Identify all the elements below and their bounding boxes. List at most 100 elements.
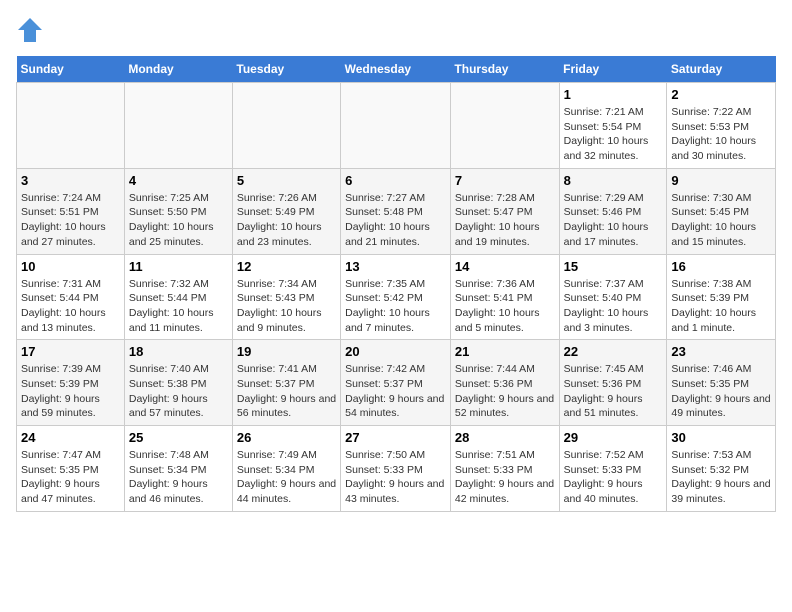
day-number: 27 — [345, 430, 446, 445]
weekday-header-row: SundayMondayTuesdayWednesdayThursdayFrid… — [17, 56, 776, 83]
day-info: Sunrise: 7:41 AM Sunset: 5:37 PM Dayligh… — [237, 362, 336, 421]
day-number: 7 — [455, 173, 555, 188]
day-number: 8 — [564, 173, 663, 188]
day-info: Sunrise: 7:44 AM Sunset: 5:36 PM Dayligh… — [455, 362, 555, 421]
day-number: 2 — [671, 87, 771, 102]
day-info: Sunrise: 7:46 AM Sunset: 5:35 PM Dayligh… — [671, 362, 771, 421]
day-number: 17 — [21, 344, 120, 359]
calendar-cell — [450, 83, 559, 169]
calendar-cell: 29Sunrise: 7:52 AM Sunset: 5:33 PM Dayli… — [559, 426, 667, 512]
day-number: 9 — [671, 173, 771, 188]
day-number: 26 — [237, 430, 336, 445]
weekday-header-wednesday: Wednesday — [341, 56, 451, 83]
day-number: 24 — [21, 430, 120, 445]
day-info: Sunrise: 7:47 AM Sunset: 5:35 PM Dayligh… — [21, 448, 120, 507]
calendar-cell: 25 Sunrise: 7:48 AM Sunset: 5:34 PM Dayli… — [124, 426, 232, 512]
calendar-cell: 14 Sunrise: 7:36 AM Sunset: 5:41 PM Dayli… — [450, 254, 559, 340]
day-number: 11 — [129, 259, 228, 274]
weekday-header-sunday: Sunday — [17, 56, 125, 83]
day-info: Sunrise: 7:36 AM Sunset: 5:41 PM Dayligh… — [455, 277, 555, 336]
day-number: 5 — [237, 173, 336, 188]
day-number: 28 — [455, 430, 555, 445]
day-number: 14 — [455, 259, 555, 274]
calendar-cell — [17, 83, 125, 169]
day-number: 6 — [345, 173, 446, 188]
day-number: 16 — [671, 259, 771, 274]
calendar-week-row: 10 Sunrise: 7:31 AM Sunset: 5:44 PM Dayli… — [17, 254, 776, 340]
weekday-header-tuesday: Tuesday — [232, 56, 340, 83]
calendar-cell: 24 Sunrise: 7:47 AM Sunset: 5:35 PM Dayli… — [17, 426, 125, 512]
calendar-cell: 22Sunrise: 7:45 AM Sunset: 5:36 PM Dayli… — [559, 340, 667, 426]
calendar-cell: 23 Sunrise: 7:46 AM Sunset: 5:35 PM Dayli… — [667, 340, 776, 426]
calendar-cell: 13Sunrise: 7:35 AM Sunset: 5:42 PM Dayli… — [341, 254, 451, 340]
calendar-week-row: 17 Sunrise: 7:39 AM Sunset: 5:39 PM Dayli… — [17, 340, 776, 426]
calendar-cell: 20 Sunrise: 7:42 AM Sunset: 5:37 PM Dayli… — [341, 340, 451, 426]
calendar-cell: 3Sunrise: 7:24 AM Sunset: 5:51 PM Daylig… — [17, 168, 125, 254]
weekday-header-monday: Monday — [124, 56, 232, 83]
day-number: 19 — [237, 344, 336, 359]
day-info: Sunrise: 7:22 AM Sunset: 5:53 PM Dayligh… — [671, 105, 771, 164]
day-number: 1 — [564, 87, 663, 102]
calendar-cell: 9 Sunrise: 7:30 AM Sunset: 5:45 PM Daylig… — [667, 168, 776, 254]
calendar-cell: 5 Sunrise: 7:26 AM Sunset: 5:49 PM Daylig… — [232, 168, 340, 254]
day-number: 20 — [345, 344, 446, 359]
weekday-header-thursday: Thursday — [450, 56, 559, 83]
logo — [16, 16, 48, 44]
calendar-cell: 21 Sunrise: 7:44 AM Sunset: 5:36 PM Dayli… — [450, 340, 559, 426]
day-number: 21 — [455, 344, 555, 359]
day-info: Sunrise: 7:26 AM Sunset: 5:49 PM Dayligh… — [237, 191, 336, 250]
day-info: Sunrise: 7:25 AM Sunset: 5:50 PM Dayligh… — [129, 191, 228, 250]
day-info: Sunrise: 7:38 AM Sunset: 5:39 PM Dayligh… — [671, 277, 771, 336]
calendar-cell: 6 Sunrise: 7:27 AM Sunset: 5:48 PM Daylig… — [341, 168, 451, 254]
day-info: Sunrise: 7:37 AM Sunset: 5:40 PM Dayligh… — [564, 277, 663, 336]
day-info: Sunrise: 7:30 AM Sunset: 5:45 PM Dayligh… — [671, 191, 771, 250]
day-info: Sunrise: 7:31 AM Sunset: 5:44 PM Dayligh… — [21, 277, 120, 336]
day-info: Sunrise: 7:45 AM Sunset: 5:36 PM Dayligh… — [564, 362, 663, 421]
day-number: 30 — [671, 430, 771, 445]
day-info: Sunrise: 7:21 AM Sunset: 5:54 PM Dayligh… — [564, 105, 663, 164]
day-info: Sunrise: 7:51 AM Sunset: 5:33 PM Dayligh… — [455, 448, 555, 507]
calendar-cell: 30 Sunrise: 7:53 AM Sunset: 5:32 PM Dayli… — [667, 426, 776, 512]
day-info: Sunrise: 7:53 AM Sunset: 5:32 PM Dayligh… — [671, 448, 771, 507]
day-number: 10 — [21, 259, 120, 274]
day-info: Sunrise: 7:42 AM Sunset: 5:37 PM Dayligh… — [345, 362, 446, 421]
calendar-cell: 15 Sunrise: 7:37 AM Sunset: 5:40 PM Dayli… — [559, 254, 667, 340]
day-number: 23 — [671, 344, 771, 359]
calendar-cell — [341, 83, 451, 169]
calendar-cell: 17 Sunrise: 7:39 AM Sunset: 5:39 PM Dayli… — [17, 340, 125, 426]
calendar-week-row: 1 Sunrise: 7:21 AM Sunset: 5:54 PM Daylig… — [17, 83, 776, 169]
day-info: Sunrise: 7:50 AM Sunset: 5:33 PM Dayligh… — [345, 448, 446, 507]
day-number: 15 — [564, 259, 663, 274]
calendar-cell: 16 Sunrise: 7:38 AM Sunset: 5:39 PM Dayli… — [667, 254, 776, 340]
calendar-cell: 2 Sunrise: 7:22 AM Sunset: 5:53 PM Daylig… — [667, 83, 776, 169]
day-info: Sunrise: 7:40 AM Sunset: 5:38 PM Dayligh… — [129, 362, 228, 421]
calendar-week-row: 24 Sunrise: 7:47 AM Sunset: 5:35 PM Dayli… — [17, 426, 776, 512]
weekday-header-saturday: Saturday — [667, 56, 776, 83]
day-number: 4 — [129, 173, 228, 188]
calendar-cell — [124, 83, 232, 169]
day-info: Sunrise: 7:48 AM Sunset: 5:34 PM Dayligh… — [129, 448, 228, 507]
day-info: Sunrise: 7:39 AM Sunset: 5:39 PM Dayligh… — [21, 362, 120, 421]
day-number: 25 — [129, 430, 228, 445]
weekday-header-friday: Friday — [559, 56, 667, 83]
calendar-cell: 26Sunrise: 7:49 AM Sunset: 5:34 PM Dayli… — [232, 426, 340, 512]
calendar-week-row: 3Sunrise: 7:24 AM Sunset: 5:51 PM Daylig… — [17, 168, 776, 254]
calendar-cell: 27 Sunrise: 7:50 AM Sunset: 5:33 PM Dayli… — [341, 426, 451, 512]
calendar-table: SundayMondayTuesdayWednesdayThursdayFrid… — [16, 56, 776, 512]
logo-icon — [16, 16, 44, 44]
calendar-cell: 4 Sunrise: 7:25 AM Sunset: 5:50 PM Daylig… — [124, 168, 232, 254]
day-info: Sunrise: 7:28 AM Sunset: 5:47 PM Dayligh… — [455, 191, 555, 250]
day-info: Sunrise: 7:27 AM Sunset: 5:48 PM Dayligh… — [345, 191, 446, 250]
day-number: 29 — [564, 430, 663, 445]
calendar-cell: 11 Sunrise: 7:32 AM Sunset: 5:44 PM Dayli… — [124, 254, 232, 340]
day-number: 18 — [129, 344, 228, 359]
day-number: 3 — [21, 173, 120, 188]
calendar-cell: 18 Sunrise: 7:40 AM Sunset: 5:38 PM Dayli… — [124, 340, 232, 426]
day-info: Sunrise: 7:32 AM Sunset: 5:44 PM Dayligh… — [129, 277, 228, 336]
calendar-cell: 28 Sunrise: 7:51 AM Sunset: 5:33 PM Dayli… — [450, 426, 559, 512]
day-number: 13 — [345, 259, 446, 274]
calendar-cell — [232, 83, 340, 169]
day-number: 12 — [237, 259, 336, 274]
day-info: Sunrise: 7:34 AM Sunset: 5:43 PM Dayligh… — [237, 277, 336, 336]
page-header — [16, 16, 776, 44]
